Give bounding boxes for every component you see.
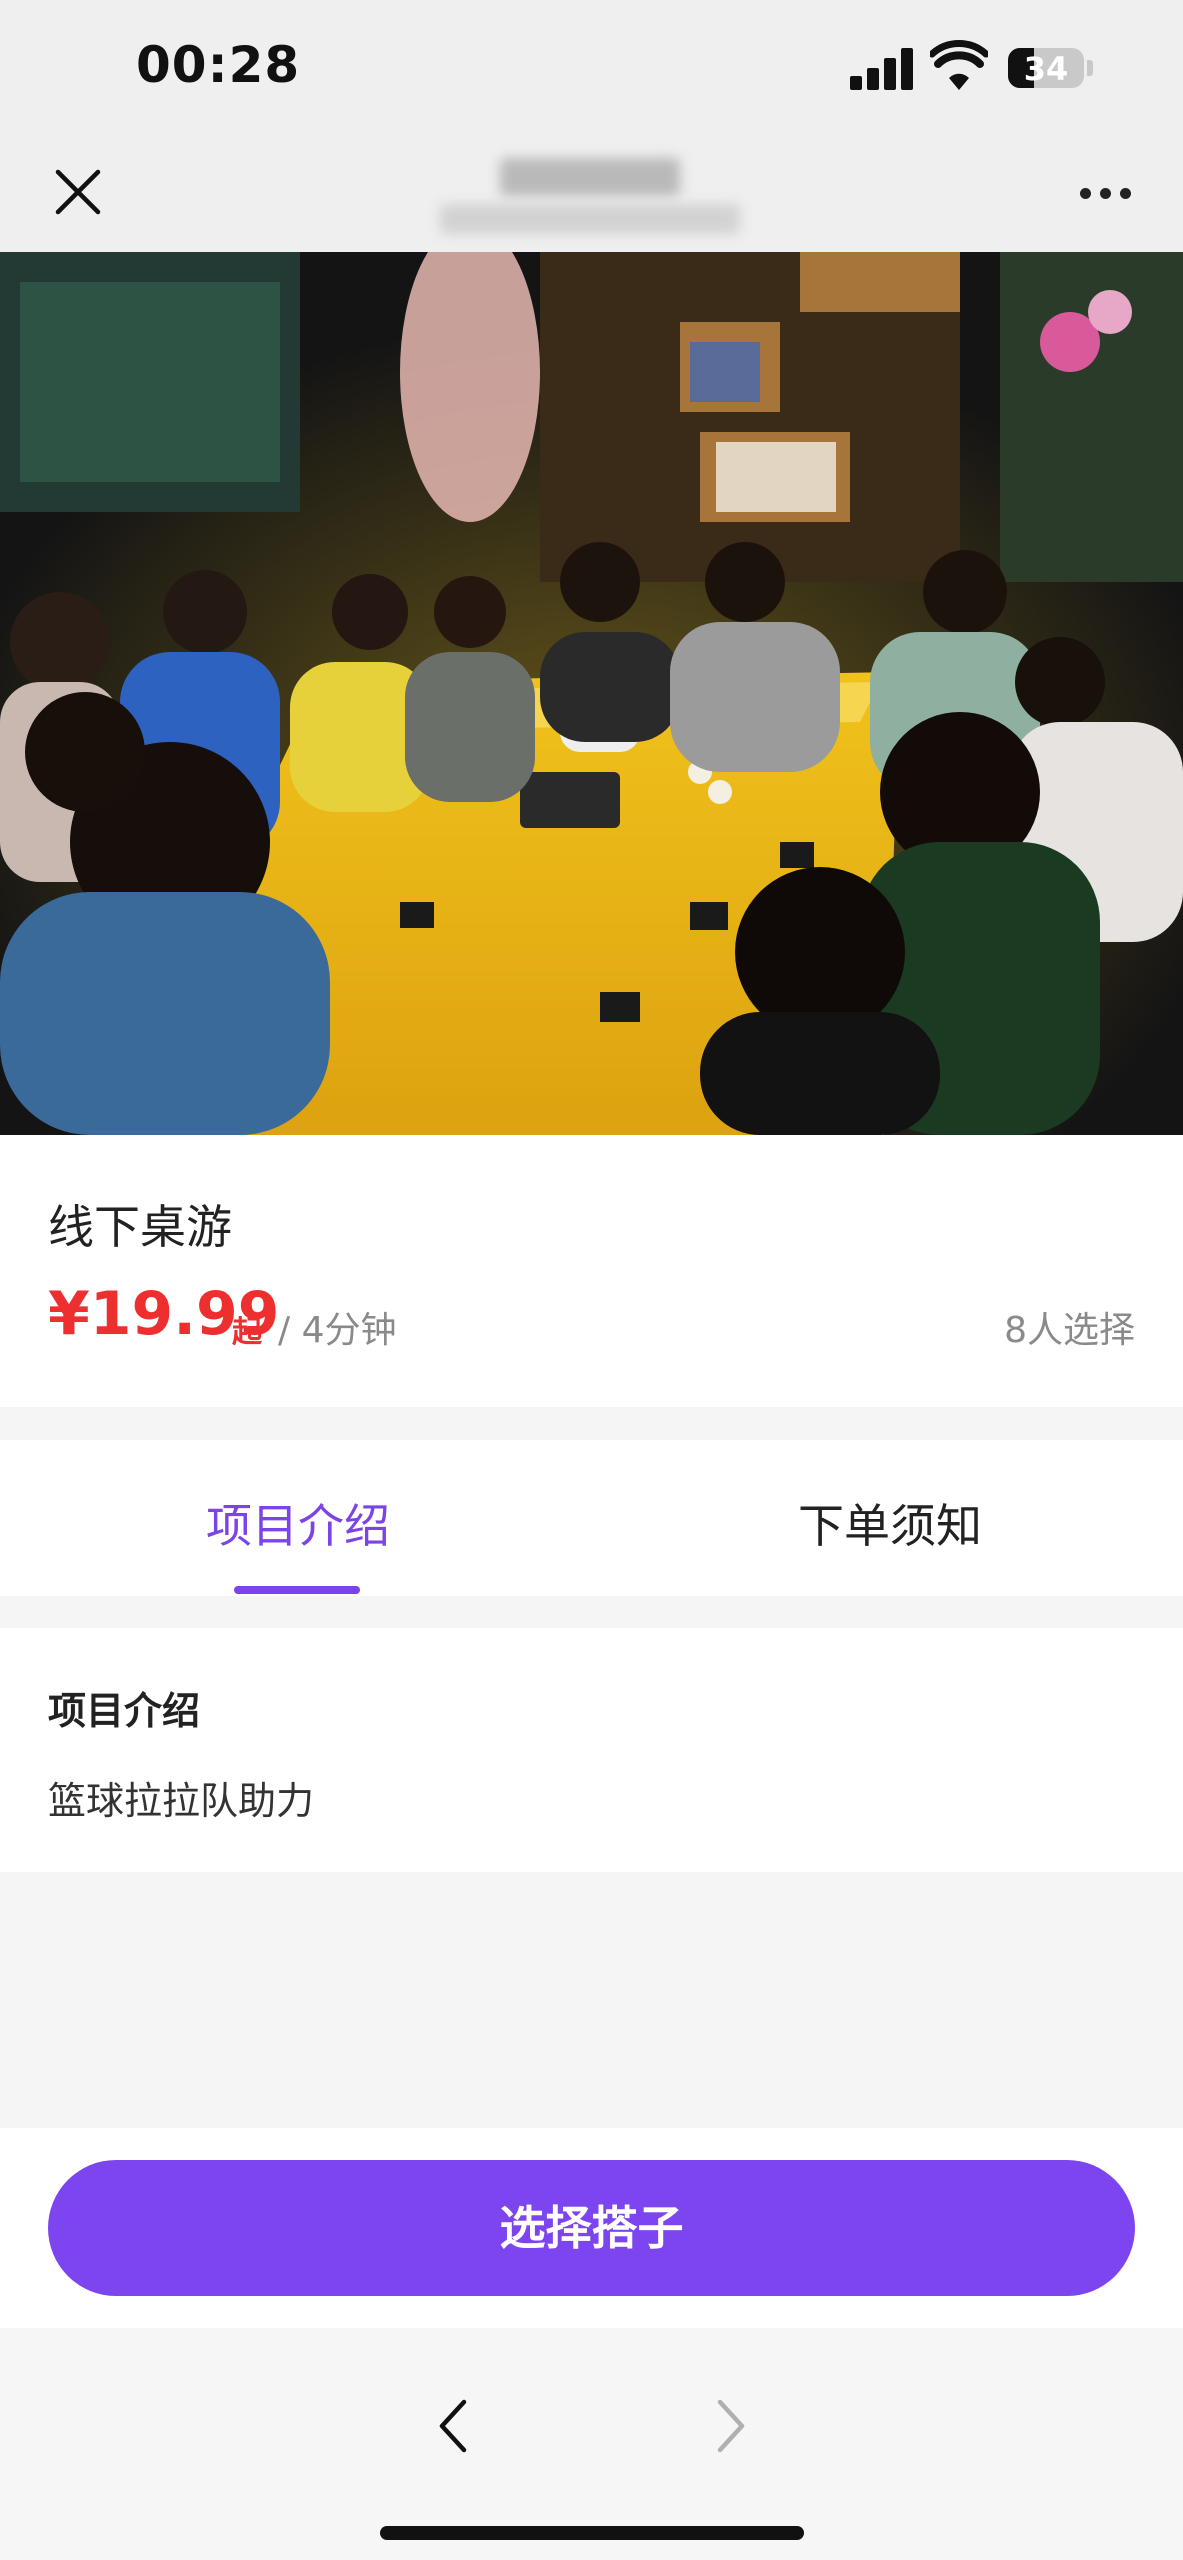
tab-project-intro[interactable]: 项目介绍 bbox=[206, 1490, 390, 1556]
intro-section: 项目介绍 篮球拉拉队助力 bbox=[0, 1628, 1183, 1872]
intro-body: 篮球拉拉队助力 bbox=[48, 1779, 315, 1823]
home-indicator bbox=[380, 2526, 804, 2540]
product-title: 线下桌游 bbox=[48, 1200, 232, 1254]
nav-bar bbox=[0, 140, 1183, 252]
browser-nav-bar bbox=[0, 2328, 1183, 2560]
battery-tip bbox=[1087, 60, 1093, 76]
wifi-icon bbox=[930, 40, 988, 90]
status-time: 00:28 bbox=[136, 36, 301, 94]
product-duration: / 4分钟 bbox=[278, 1310, 397, 1351]
battery-level: 34 bbox=[1023, 50, 1069, 88]
close-icon[interactable] bbox=[50, 164, 106, 220]
selected-count: 8人选择 bbox=[1004, 1310, 1135, 1351]
intro-heading: 项目介绍 bbox=[48, 1689, 201, 1733]
status-bar: 00:28 34 bbox=[0, 0, 1183, 140]
tab-active-indicator bbox=[234, 1586, 360, 1594]
blurred-page-title bbox=[440, 148, 740, 238]
back-arrow-icon[interactable] bbox=[430, 2396, 478, 2456]
price-suffix: 起 bbox=[232, 1315, 262, 1350]
battery-icon: 34 bbox=[1008, 48, 1084, 88]
tab-bar: 项目介绍 下单须知 bbox=[0, 1440, 1183, 1596]
cellular-signal-icon bbox=[850, 44, 914, 90]
product-info-card: 线下桌游 ¥19.99 起 / 4分钟 8人选择 bbox=[0, 1135, 1183, 1407]
more-icon[interactable] bbox=[1076, 184, 1136, 204]
choose-partner-button[interactable]: 选择搭子 bbox=[48, 2160, 1135, 2296]
hero-photo bbox=[0, 252, 1183, 1135]
forward-arrow-icon[interactable] bbox=[706, 2396, 754, 2456]
bottom-action-bar: 选择搭子 bbox=[0, 2128, 1183, 2328]
tab-order-notice[interactable]: 下单须知 bbox=[798, 1490, 982, 1556]
